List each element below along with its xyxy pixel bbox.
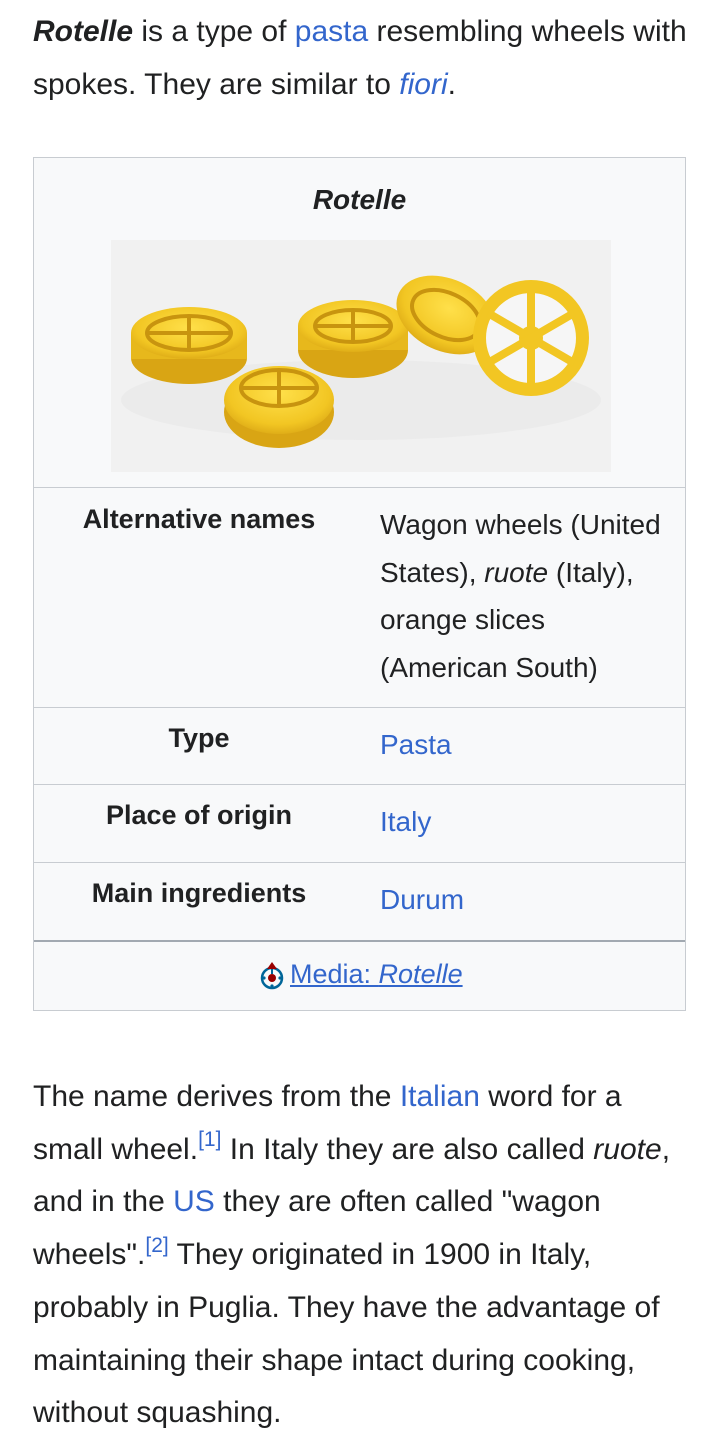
infobox-row-alternative-names: Alternative names Wagon wheels (United S…: [34, 487, 685, 707]
infobox-row-place-of-origin: Place of origin Italy: [34, 784, 685, 862]
article-page: Rotelle is a type of pasta resembling wh…: [0, 0, 720, 1448]
infobox-label: Place of origin: [105, 800, 293, 830]
infobox-media-row: Media: Rotelle: [34, 940, 685, 1012]
rotelle-image[interactable]: [111, 240, 611, 472]
italian-link[interactable]: Italian: [400, 1080, 480, 1113]
infobox-label: Main ingredients: [91, 878, 307, 908]
reference-2[interactable]: [2]: [145, 1234, 168, 1257]
fiori-link[interactable]: fiori: [399, 68, 447, 101]
infobox: Rotelle Alternative names Wagon wheels (…: [33, 157, 686, 1011]
infobox-label: Type: [168, 723, 230, 753]
body-paragraph: The name derives from the Italian word f…: [33, 1080, 671, 1430]
intro-paragraph: Rotelle is a type of pasta resembling wh…: [33, 6, 688, 111]
origin-italy-link[interactable]: Italy: [380, 806, 431, 837]
infobox-label: Alternative names: [82, 504, 316, 534]
pasta-link[interactable]: pasta: [295, 15, 368, 48]
ingredient-durum-link[interactable]: Durum: [380, 884, 464, 915]
commons-media-link[interactable]: Media: Rotelle: [258, 954, 463, 994]
infobox-title: Rotelle: [312, 184, 407, 215]
infobox-row-type: Type Pasta: [34, 707, 685, 784]
type-pasta-link[interactable]: Pasta: [380, 729, 452, 760]
intro-text: .: [447, 67, 456, 101]
wikimedia-commons-icon: [260, 962, 284, 990]
infobox-row-main-ingredients: Main ingredients Durum: [34, 862, 685, 940]
intro-text: is a type of: [133, 15, 295, 48]
us-link[interactable]: US: [173, 1185, 215, 1218]
reference-1[interactable]: [1]: [198, 1128, 221, 1151]
infobox-value: Wagon wheels (United States), ruote (Ita…: [380, 509, 661, 683]
article-term: Rotelle: [33, 15, 134, 48]
